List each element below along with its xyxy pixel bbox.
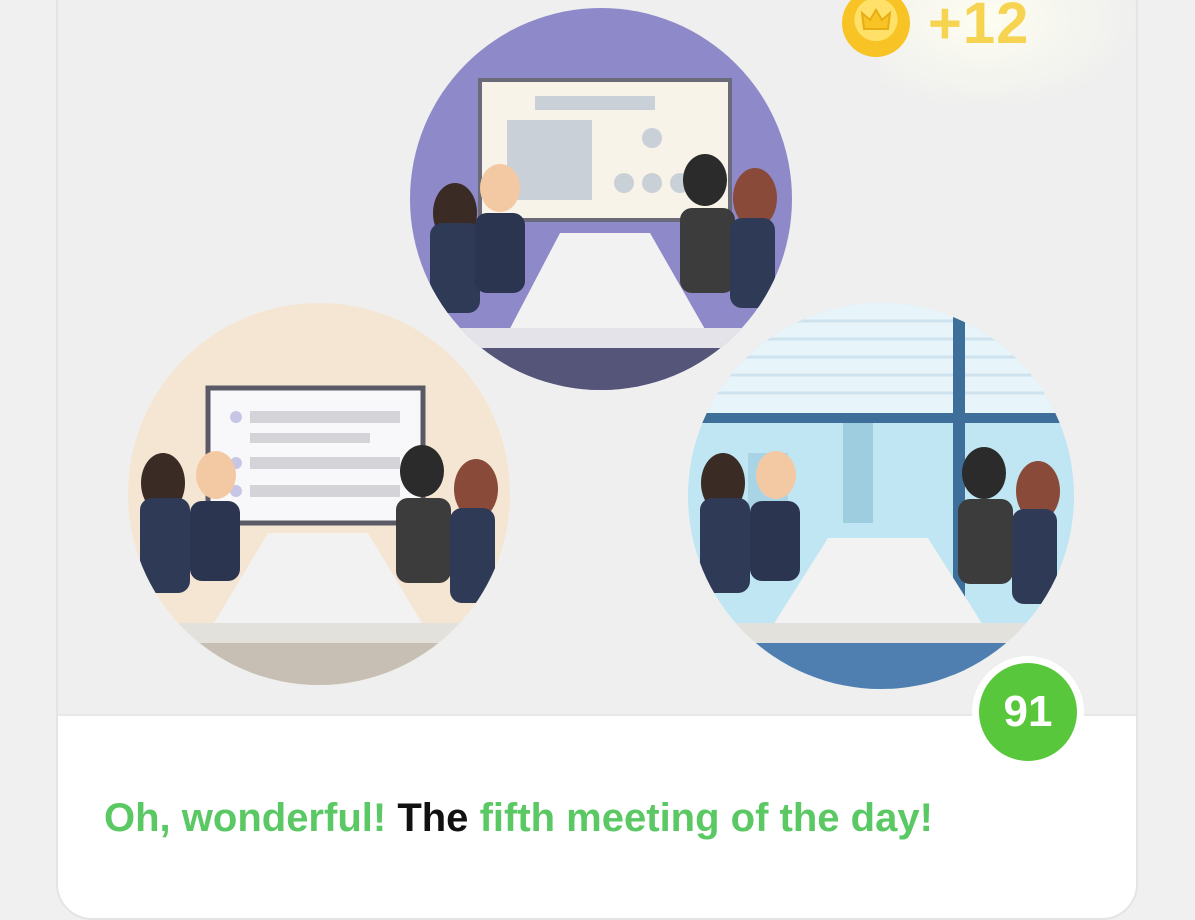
sentence-part-2: The (397, 796, 469, 840)
scene-meeting-purple[interactable] (410, 8, 792, 390)
reward-points: +12 (928, 0, 1030, 56)
crown-coin-icon (842, 0, 910, 57)
sentence-part-3: fifth meeting of the day! (479, 796, 933, 840)
prompt-sentence: Oh, wonderful! The fifth meeting of the … (104, 796, 933, 841)
score-value: 91 (979, 663, 1077, 761)
scene-meeting-whiteboard[interactable] (128, 303, 510, 685)
reward-indicator: +12 (842, 0, 1029, 58)
sentence-part-1: Oh, wonderful! (104, 796, 387, 840)
scene-meeting-office-window[interactable] (688, 303, 1074, 689)
score-badge: 91 (972, 656, 1084, 768)
